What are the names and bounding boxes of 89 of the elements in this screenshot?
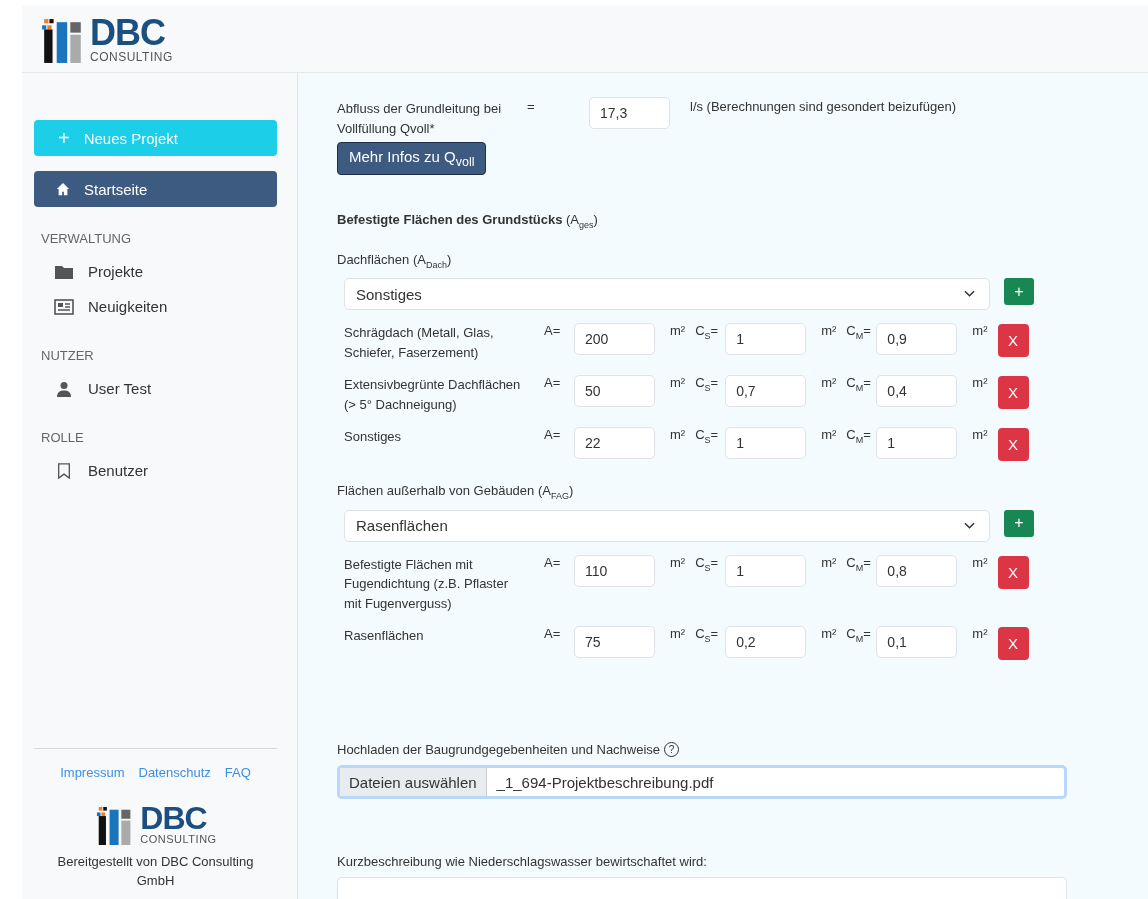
section-heading: ROLLE [41,430,85,445]
number-input[interactable]: 1 [725,427,807,460]
field-label: C$_{S}$= [695,427,720,445]
area-label: Befestigte Flächen mit Fugendichtung (z.B. Pflaster mit Fugenverguss) [344,555,510,613]
remove-button[interactable]: X [997,555,1029,589]
group-heading: Flächen außerhalb von Gebäuden (A$_{FAG}$) [337,483,575,501]
field-label: C$_{M}$= [846,626,872,644]
field-label: C$_{M}$= [846,323,872,341]
number-input[interactable]: 200 [574,323,655,356]
number-input[interactable]: 0,2 [725,626,807,659]
user-icon [54,380,74,397]
number-input[interactable]: 0,8 [876,554,958,587]
unit-label: m² [670,554,686,570]
field-label: C$_{S}$= [695,554,720,573]
info-button[interactable]: Mehr Infos zu Q$_{voll}$ [337,142,487,175]
footer-text: Bereitgestellt von DBC Consulting GmbH [56,853,255,891]
section-heading: NUTZER [41,348,95,363]
field-label: C$_{S}$= [695,323,720,341]
type-select[interactable]: Rasenflächen [344,509,990,542]
section-heading: VERWALTUNG [41,231,133,246]
folder-icon [54,263,74,280]
remove-button[interactable]: X [997,428,1029,462]
field-label: A= [544,554,562,570]
field-label: A= [544,626,562,642]
unit-label: m² [670,626,686,642]
number-input[interactable]: 75 [574,626,655,659]
equals-sign: = [527,99,536,114]
nav-item[interactable]: Benutzer [34,453,277,488]
file-input[interactable]: Dateien auswählen _1_694-Projektbeschreibung.pdf [337,765,1067,800]
number-input[interactable]: 22 [574,427,655,460]
field-label: C$_{S}$= [695,375,720,393]
logo-subtitle: CONSULTING [140,834,217,846]
number-input[interactable]: 110 [574,554,655,587]
unit-label: m² [821,554,837,570]
unit-label: m² [670,375,686,391]
field-label: Kurzbeschreibung wie Niederschlagswasser bewirtschaftet wird: [337,854,708,870]
unit-label: m² [670,427,686,443]
unit-label: m² [972,554,988,570]
field-label: A= [544,427,562,443]
newspaper-icon [54,298,74,315]
remove-button[interactable]: X [997,627,1029,661]
nav-item[interactable]: User Test [34,371,277,406]
field-label: C$_{M}$= [846,427,872,445]
logo-text: DBC [140,802,207,835]
unit-label: m² [972,427,988,443]
logo-subtitle: CONSULTING [90,50,173,63]
unit-note: l/s (Berechnungen sind gesondert beizufügen) [690,99,956,114]
number-input[interactable]: 1 [876,427,958,460]
field-label: A= [544,323,562,339]
section-heading: Befestigte Flächen des Grundstücks (A$_{ges}$) [337,212,599,230]
area-label: Sonstiges [344,428,403,447]
number-input[interactable]: 0,1 [876,626,958,659]
unit-label: m² [821,323,837,339]
area-label: Extensivbegrünte Dachflächen (> 5° Dachneigung) [344,376,522,414]
nav-item[interactable]: Projekte [34,254,277,289]
number-input[interactable]: 0,4 [876,375,958,408]
number-input[interactable]: 0,7 [725,375,807,408]
chevron-down-icon [964,521,975,530]
unit-label: m² [821,427,837,443]
number-input[interactable]: 1 [725,323,807,356]
field-label: Abfluss der Grundleitung bei Vollfüllung Qvoll* [337,100,503,138]
unit-label: m² [972,375,988,391]
nav-item[interactable]: Neuigkeiten [34,289,277,324]
field-label: A= [544,375,562,391]
group-heading: Dachflächen (A$_{Dach}$) [337,251,453,270]
logo-text: DBC [90,14,165,51]
unit-label: m² [670,323,686,339]
remove-button[interactable]: X [997,376,1029,410]
unit-label: m² [972,626,988,642]
number-input[interactable]: 0,9 [876,323,958,356]
add-button[interactable]: + [1004,509,1034,537]
remove-button[interactable]: X [997,324,1029,358]
field-label: C$_{M}$= [846,554,872,573]
number-input[interactable]: 1 [725,554,807,587]
unit-label: m² [972,323,988,339]
field-label: C$_{M}$= [846,375,872,393]
number-input[interactable]: 50 [574,375,655,408]
field-label: Hochladen der Baugrundgegebenheiten und Nachweise [337,742,661,758]
flow-input[interactable]: 17,3 [589,97,670,129]
type-select[interactable]: Sonstiges [344,278,990,311]
area-label: Schrägdach (Metall, Glas, Schiefer, Faserzement) [344,324,495,362]
unit-label: m² [821,375,837,391]
unit-label: m² [821,626,837,642]
field-label: C$_{S}$= [695,626,720,644]
area-label: Rasenflächen [344,627,425,646]
home-button[interactable]: Startseite [34,171,277,207]
add-button[interactable]: + [1004,278,1034,306]
home-icon [56,182,70,196]
chevron-down-icon [964,290,975,299]
